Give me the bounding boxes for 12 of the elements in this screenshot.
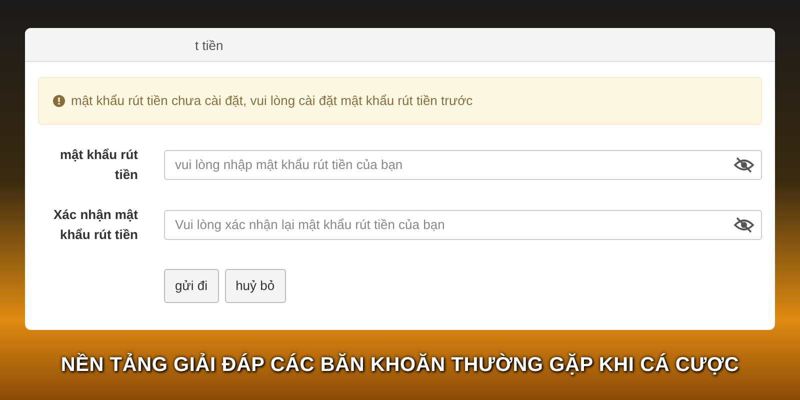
panel-title: t tiền: [195, 38, 224, 53]
field-label: mật khẩu rút tiền: [58, 146, 138, 184]
hidden-eye-icon[interactable]: [734, 156, 754, 173]
password-field[interactable]: Vui lòng xác nhận lại mật khẩu rút tiền của bạn: [164, 210, 762, 240]
warning-icon: [53, 94, 65, 107]
caption: NỀN TẢNG GIẢI ĐÁP CÁC BĂN KHOĂN THƯỜNG GẶP KHI CÁ CƯỢC: [60, 352, 740, 378]
password-field[interactable]: vui lòng nhập mật khẩu rút tiền của bạn: [164, 150, 762, 180]
cancel-button[interactable]: huỷ bỏ: [224, 269, 286, 303]
hidden-eye-icon[interactable]: [734, 216, 754, 233]
submit-button[interactable]: gửi đi: [164, 269, 219, 303]
warning-text: mật khẩu rút tiền chưa cài đặt, vui lòng cài đặt mật khẩu rút tiền trước: [71, 92, 473, 110]
field-label: Xác nhận mật khẩu rút tiền: [52, 206, 138, 244]
